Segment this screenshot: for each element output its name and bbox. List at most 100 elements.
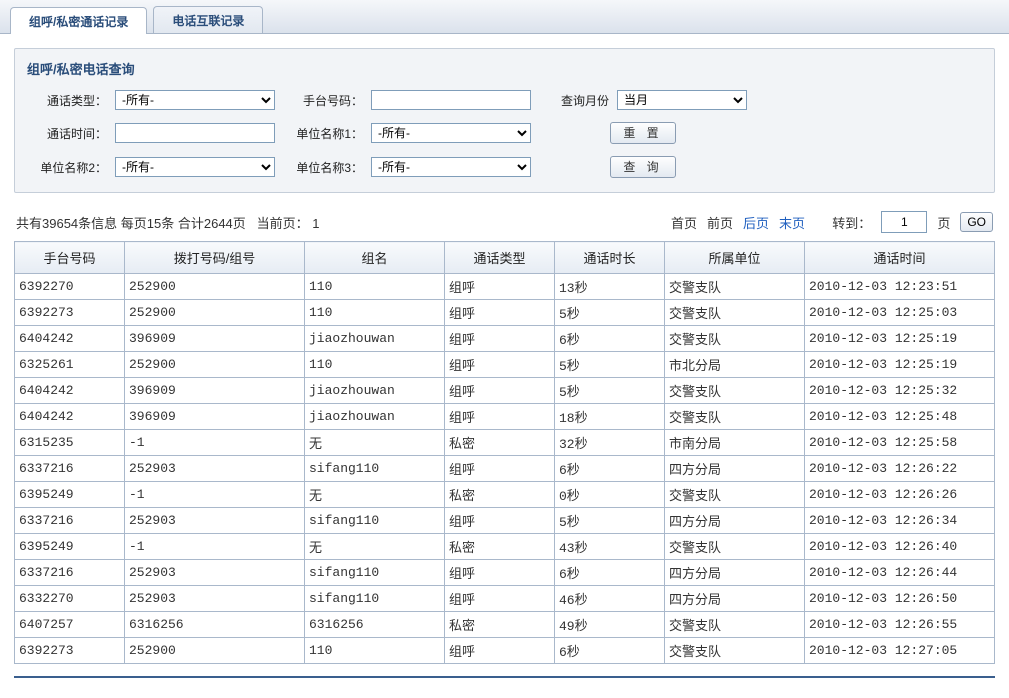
pager-next[interactable]: 后页 (743, 213, 769, 232)
table-cell: 6404242 (15, 326, 125, 352)
input-call-time[interactable] (115, 123, 275, 143)
table-cell: 2010-12-03 12:27:05 (805, 638, 995, 664)
table-cell: 6316256 (305, 612, 445, 638)
input-handset-no[interactable] (371, 90, 531, 110)
table-cell: 110 (305, 274, 445, 300)
table-cell: 5秒 (555, 352, 665, 378)
table-cell: 252903 (125, 560, 305, 586)
table-cell: 四方分局 (665, 508, 805, 534)
table-cell: 组呼 (445, 638, 555, 664)
select-unit2[interactable]: -所有- (115, 157, 275, 177)
table-cell: 5秒 (555, 300, 665, 326)
table-cell: 252903 (125, 508, 305, 534)
table-row: 6392273252900110组呼6秒交警支队2010-12-03 12:27… (15, 638, 995, 664)
col-time: 通话时间 (805, 242, 995, 274)
table-row: 6332270252903sifang110组呼46秒四方分局2010-12-0… (15, 586, 995, 612)
select-unit1[interactable]: -所有- (371, 123, 531, 143)
table-row: 6404242396909jiaozhouwan组呼6秒交警支队2010-12-… (15, 326, 995, 352)
table-cell: 四方分局 (665, 456, 805, 482)
table-cell: 396909 (125, 378, 305, 404)
table-cell: 252900 (125, 638, 305, 664)
records-table: 手台号码 拨打号码/组号 组名 通话类型 通话时长 所属单位 通话时间 6392… (14, 241, 995, 664)
col-unit: 所属单位 (665, 242, 805, 274)
table-row: 6325261252900110组呼5秒市北分局2010-12-03 12:25… (15, 352, 995, 378)
col-handset-no: 手台号码 (15, 242, 125, 274)
table-cell: 市北分局 (665, 352, 805, 378)
table-cell: 6337216 (15, 508, 125, 534)
table-cell: 四方分局 (665, 560, 805, 586)
table-cell: 组呼 (445, 274, 555, 300)
table-cell: 2010-12-03 12:26:40 (805, 534, 995, 560)
table-cell: 6404242 (15, 378, 125, 404)
table-cell: 6316256 (125, 612, 305, 638)
table-cell: 2010-12-03 12:25:19 (805, 326, 995, 352)
query-button[interactable]: 查 询 (610, 156, 675, 178)
table-cell: jiaozhouwan (305, 378, 445, 404)
table-cell: 6325261 (15, 352, 125, 378)
label-handset-no: 手台号码： (283, 92, 363, 109)
table-cell: 6315235 (15, 430, 125, 456)
pager-goto-label: 转到： (832, 213, 871, 232)
select-query-month[interactable]: 当月 (617, 90, 747, 110)
pager-goto-input[interactable] (881, 211, 927, 233)
table-cell: 6404242 (15, 404, 125, 430)
table-header-row: 手台号码 拨打号码/组号 组名 通话类型 通话时长 所属单位 通话时间 (15, 242, 995, 274)
table-cell: 43秒 (555, 534, 665, 560)
panel-title: 组呼/私密电话查询 (27, 59, 982, 78)
table-cell: 110 (305, 300, 445, 326)
table-cell: 396909 (125, 326, 305, 352)
table-row: 6337216252903sifang110组呼5秒四方分局2010-12-03… (15, 508, 995, 534)
table-cell: 交警支队 (665, 326, 805, 352)
table-cell: 交警支队 (665, 300, 805, 326)
pager-first[interactable]: 首页 (671, 213, 697, 232)
table-cell: 私密 (445, 612, 555, 638)
pager-last[interactable]: 末页 (779, 213, 805, 232)
table-cell: 6407257 (15, 612, 125, 638)
table-cell: 交警支队 (665, 482, 805, 508)
tab-group-private[interactable]: 组呼/私密通话记录 (10, 7, 147, 34)
table-cell: 组呼 (445, 456, 555, 482)
table-cell: jiaozhouwan (305, 326, 445, 352)
table-cell: 6332270 (15, 586, 125, 612)
table-cell: 5秒 (555, 378, 665, 404)
pager-row: 共有39654条信息 每页15条 合计2644页 当前页： 1 首页 前页 后页… (14, 207, 995, 241)
table-cell: 无 (305, 482, 445, 508)
reset-button[interactable]: 重 置 (610, 122, 675, 144)
table-cell: 252903 (125, 456, 305, 482)
table-row: 6315235-1无私密32秒市南分局2010-12-03 12:25:58 (15, 430, 995, 456)
col-call-type: 通话类型 (445, 242, 555, 274)
label-unit2: 单位名称2： (27, 159, 107, 176)
table-cell: sifang110 (305, 508, 445, 534)
tab-phone-interconnect[interactable]: 电话互联记录 (153, 6, 263, 33)
table-row: 6404242396909jiaozhouwan组呼5秒交警支队2010-12-… (15, 378, 995, 404)
table-cell: 市南分局 (665, 430, 805, 456)
label-unit1: 单位名称1： (283, 125, 363, 142)
table-row: 6337216252903sifang110组呼6秒四方分局2010-12-03… (15, 560, 995, 586)
table-cell: 2010-12-03 12:25:19 (805, 352, 995, 378)
table-cell: 组呼 (445, 326, 555, 352)
table-cell: 396909 (125, 404, 305, 430)
table-cell: 6秒 (555, 560, 665, 586)
table-cell: 252900 (125, 300, 305, 326)
pager-prev[interactable]: 前页 (707, 213, 733, 232)
table-cell: 6337216 (15, 456, 125, 482)
table-cell: -1 (125, 534, 305, 560)
table-cell: 252900 (125, 352, 305, 378)
pager-page-unit: 页 (937, 213, 950, 232)
select-unit3[interactable]: -所有- (371, 157, 531, 177)
table-cell: 交警支队 (665, 378, 805, 404)
table-cell: 13秒 (555, 274, 665, 300)
table-cell: 2010-12-03 12:26:55 (805, 612, 995, 638)
table-row: 640725763162566316256私密49秒交警支队2010-12-03… (15, 612, 995, 638)
table-cell: 2010-12-03 12:26:44 (805, 560, 995, 586)
table-cell: 组呼 (445, 352, 555, 378)
table-row: 6392270252900110组呼13秒交警支队2010-12-03 12:2… (15, 274, 995, 300)
table-cell: 6秒 (555, 326, 665, 352)
table-cell: sifang110 (305, 560, 445, 586)
table-row: 6404242396909jiaozhouwan组呼18秒交警支队2010-12… (15, 404, 995, 430)
select-call-type[interactable]: -所有- (115, 90, 275, 110)
table-cell: 2010-12-03 12:23:51 (805, 274, 995, 300)
pager-go-button[interactable]: GO (960, 212, 993, 232)
table-cell: 6392273 (15, 638, 125, 664)
table-cell: 252900 (125, 274, 305, 300)
